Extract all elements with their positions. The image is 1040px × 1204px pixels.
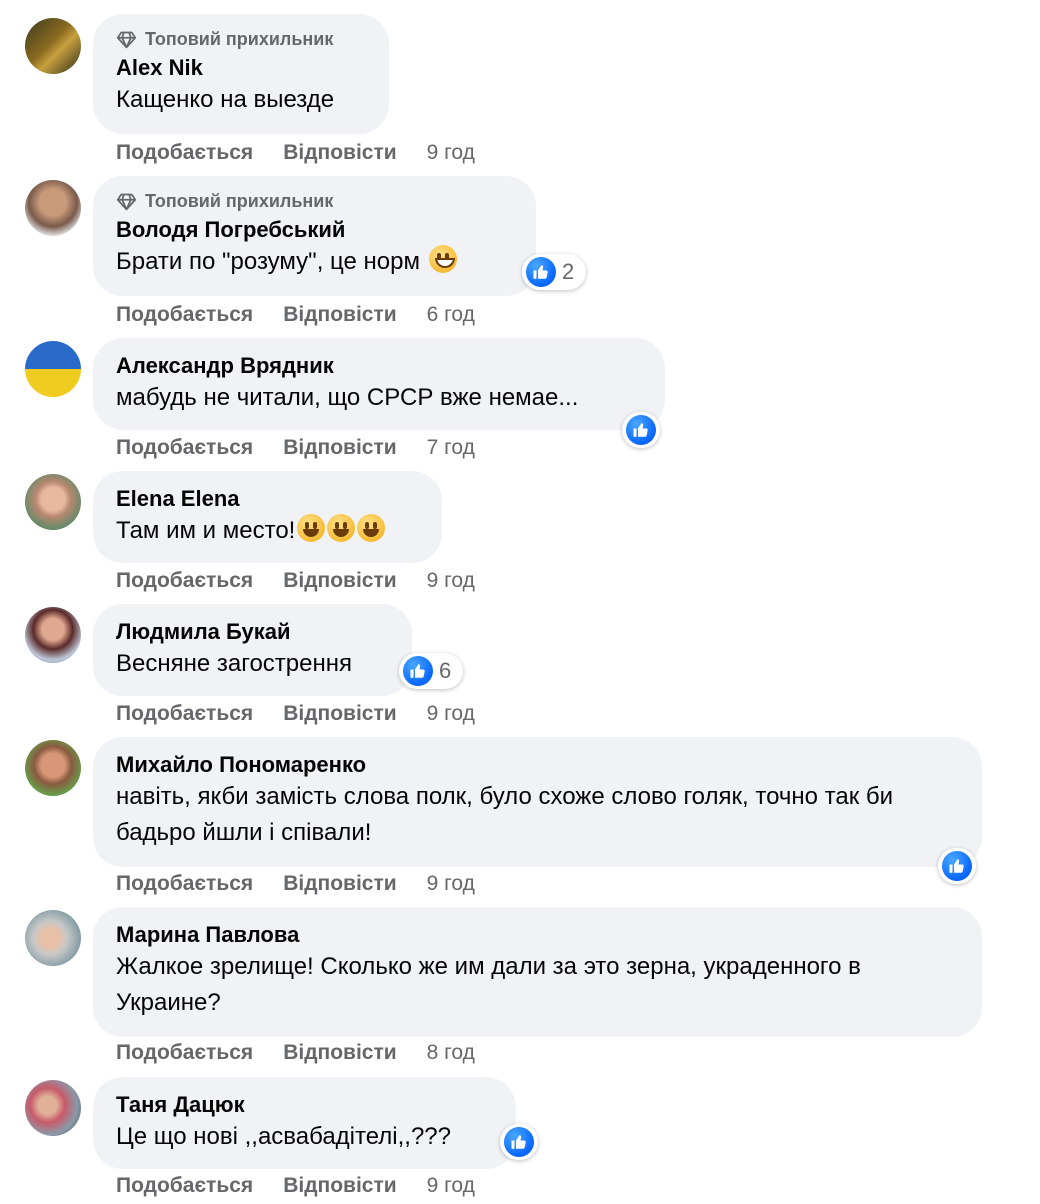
- comment-text: Брати по "розуму", це норм: [116, 244, 513, 280]
- comment-text-body: Брати по "розуму", це норм: [116, 248, 420, 275]
- thumbs-up-icon: [504, 1127, 534, 1157]
- like-button[interactable]: Подобається: [116, 1174, 253, 1198]
- comment-author[interactable]: Людмила Букай: [116, 618, 389, 646]
- comment-bubble: Михайло Пономаренко навіть, якби замість…: [93, 737, 982, 867]
- grinning-face-emoji: [327, 514, 356, 542]
- reaction-count: 6: [439, 658, 452, 683]
- comment-actions: Подобається Відповісти 7 год: [116, 433, 475, 463]
- like-button[interactable]: Подобається: [116, 436, 253, 460]
- thumbs-up-icon: [526, 257, 556, 287]
- top-fan-label: Топовий прихильник: [145, 190, 334, 211]
- avatar[interactable]: [25, 607, 81, 663]
- comment-author[interactable]: Таня Дацюк: [116, 1091, 493, 1119]
- reply-button[interactable]: Відповісти: [283, 702, 396, 726]
- comment-timestamp[interactable]: 8 год: [427, 1041, 475, 1065]
- thumbs-up-icon: [626, 415, 656, 445]
- comment-actions: Подобається Відповісти 9 год: [116, 699, 475, 729]
- reply-button[interactable]: Відповісти: [283, 303, 396, 327]
- comment-timestamp[interactable]: 6 год: [427, 303, 475, 327]
- comment-timestamp[interactable]: 7 год: [427, 436, 475, 460]
- comment-bubble: Таня Дацюк Це що нові ,,асвабадітелі,,??…: [93, 1077, 516, 1169]
- comment-actions: Подобається Відповісти 9 год: [116, 869, 475, 899]
- comment-author[interactable]: Марина Павлова: [116, 921, 959, 949]
- diamond-icon: [116, 31, 137, 48]
- top-fan-badge: Топовий прихильник: [116, 27, 366, 51]
- comment-actions: Подобається Відповісти 6 год: [116, 300, 475, 330]
- like-button[interactable]: Подобається: [116, 569, 253, 593]
- beaming-face-emoji: [428, 245, 457, 273]
- comment-bubble: Топовий прихильник Володя Погребський Бр…: [93, 176, 536, 296]
- like-button[interactable]: Подобається: [116, 1041, 253, 1065]
- reply-button[interactable]: Відповісти: [283, 872, 396, 896]
- comment-timestamp[interactable]: 9 год: [427, 872, 475, 896]
- comment-text: мабудь не читали, що СРСР вже немае...: [116, 384, 579, 411]
- comment-bubble: Марина Павлова Жалкое зрелище! Сколько ж…: [93, 907, 982, 1037]
- reply-button[interactable]: Відповісти: [283, 141, 396, 165]
- comment-bubble: Александр Врядник мабудь не читали, що С…: [93, 338, 665, 430]
- reaction-summary[interactable]: [622, 412, 660, 448]
- comment-timestamp[interactable]: 9 год: [427, 702, 475, 726]
- comment-timestamp[interactable]: 9 год: [427, 1174, 475, 1198]
- like-button[interactable]: Подобається: [116, 141, 253, 165]
- top-fan-badge: Топовий прихильник: [116, 189, 513, 213]
- avatar[interactable]: [25, 341, 81, 397]
- grinning-face-emoji: [357, 514, 386, 542]
- reply-button[interactable]: Відповісти: [283, 1174, 396, 1198]
- reaction-summary[interactable]: [500, 1124, 538, 1160]
- reaction-summary[interactable]: [938, 848, 976, 884]
- comment-text: Це що нові ,,асвабадітелі,,???: [116, 1123, 451, 1150]
- reaction-summary[interactable]: 6: [399, 653, 464, 689]
- thumbs-up-icon: [942, 851, 972, 881]
- comment-bubble: Elena Elena Там им и место!: [93, 471, 442, 563]
- reaction-count: 2: [562, 259, 575, 284]
- comment-text-body: Там им и место!: [116, 517, 296, 544]
- reply-button[interactable]: Відповісти: [283, 436, 396, 460]
- comment-text: Жалкое зрелище! Сколько же им дали за эт…: [116, 953, 861, 1016]
- avatar[interactable]: [25, 180, 81, 236]
- comment-actions: Подобається Відповісти 9 год: [116, 1171, 475, 1201]
- reply-button[interactable]: Відповісти: [283, 569, 396, 593]
- like-button[interactable]: Подобається: [116, 702, 253, 726]
- like-button[interactable]: Подобається: [116, 872, 253, 896]
- like-button[interactable]: Подобається: [116, 303, 253, 327]
- comment-author[interactable]: Alex Nik: [116, 54, 366, 82]
- comment-author[interactable]: Александр Врядник: [116, 352, 642, 380]
- comment-bubble: Людмила Букай Весняне загострення: [93, 604, 412, 696]
- avatar[interactable]: [25, 910, 81, 966]
- top-fan-label: Топовий прихильник: [145, 28, 334, 49]
- comment-text: Кащенко на выезде: [116, 86, 335, 113]
- grinning-face-emoji: [297, 514, 326, 542]
- comment-timestamp[interactable]: 9 год: [427, 569, 475, 593]
- comment-author[interactable]: Михайло Пономаренко: [116, 751, 959, 779]
- comment-text: навіть, якби замість слова полк, було сх…: [116, 783, 894, 846]
- comment-author[interactable]: Володя Погребський: [116, 216, 513, 244]
- diamond-icon: [116, 193, 137, 210]
- comment-text: Весняне загострення: [116, 650, 352, 677]
- comment-actions: Подобається Відповісти 8 год: [116, 1038, 475, 1068]
- comment-text: Там им и место!: [116, 513, 419, 549]
- avatar[interactable]: [25, 18, 81, 74]
- reply-button[interactable]: Відповісти: [283, 1041, 396, 1065]
- avatar[interactable]: [25, 1080, 81, 1136]
- avatar[interactable]: [25, 740, 81, 796]
- comment-actions: Подобається Відповісти 9 год: [116, 566, 475, 596]
- comment-actions: Подобається Відповісти 9 год: [116, 138, 475, 168]
- comment-bubble: Топовий прихильник Alex Nik Кащенко на в…: [93, 14, 389, 134]
- avatar[interactable]: [25, 474, 81, 530]
- comment-author[interactable]: Elena Elena: [116, 485, 419, 513]
- comment-timestamp[interactable]: 9 год: [427, 141, 475, 165]
- reaction-summary[interactable]: 2: [522, 254, 587, 290]
- thumbs-up-icon: [403, 656, 433, 686]
